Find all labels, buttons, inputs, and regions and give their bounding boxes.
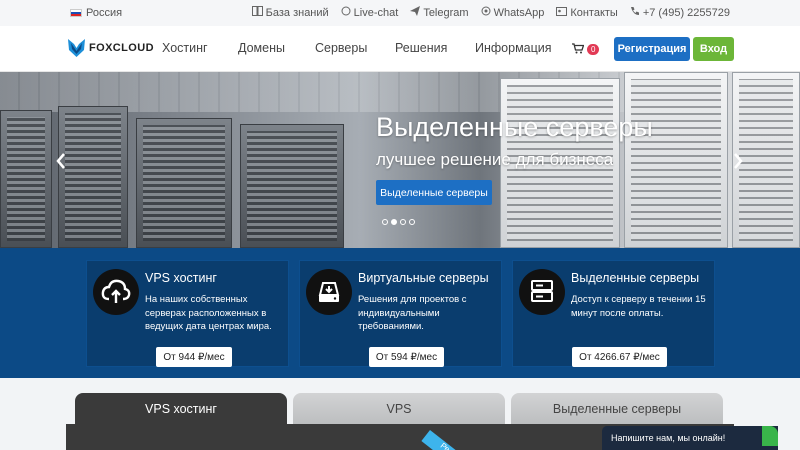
- live-chat-link[interactable]: Live-chat: [341, 6, 399, 19]
- feature-description: Решения для проектов с индивидуальными т…: [358, 294, 467, 332]
- slider-dots: [382, 219, 415, 225]
- contacts-label: Контакты: [570, 6, 618, 19]
- server-rack-image: [624, 72, 728, 248]
- telegram-label: Telegram: [423, 6, 469, 19]
- feature-title: VPS хостинг: [145, 271, 217, 285]
- server-rack-image: [0, 110, 52, 248]
- phone-link[interactable]: +7 (495) 2255729: [630, 6, 730, 19]
- feature-card-virtual[interactable]: Виртуальные серверы Решения для проектов…: [299, 260, 502, 367]
- cloud-upload-icon: [93, 269, 139, 315]
- feature-title: Выделенные серверы: [571, 271, 700, 285]
- russia-flag-icon: [70, 9, 82, 17]
- top-links: База знаний Live-chat Telegram WhatsApp …: [251, 6, 730, 19]
- cart-button[interactable]: 0: [572, 42, 600, 57]
- feature-price-button[interactable]: От 594 ₽/мес: [369, 347, 444, 367]
- live-chat-label: Live-chat: [353, 6, 399, 19]
- chat-bubble-icon: [341, 6, 351, 19]
- main-navbar: FOXCLOUD Хостинг Домены Серверы Решения …: [0, 26, 800, 72]
- telegram-icon: [410, 6, 421, 19]
- book-icon: [251, 6, 263, 19]
- feature-card-vps[interactable]: VPS хостинг На наших собственных сервера…: [86, 260, 289, 367]
- features-section: VPS хостинг На наших собственных сервера…: [0, 248, 800, 378]
- knowledge-base-link[interactable]: База знаний: [251, 6, 329, 19]
- nav-item-hosting[interactable]: Хостинг: [162, 41, 238, 55]
- slider-dot[interactable]: [409, 219, 415, 225]
- whatsapp-label: WhatsApp: [493, 6, 545, 19]
- hero-title: Выделенные серверы: [376, 112, 653, 142]
- whatsapp-link[interactable]: WhatsApp: [481, 6, 545, 19]
- server-rack-icon: [519, 269, 565, 315]
- feature-price-button[interactable]: От 944 ₽/мес: [156, 347, 232, 367]
- nav-item-domains[interactable]: Домены: [238, 41, 315, 55]
- hero-subtitle: лучшее решение для бизнеса: [376, 150, 614, 169]
- feature-card-dedicated[interactable]: Выделенные серверы Доступ к серверу в те…: [512, 260, 715, 367]
- contacts-link[interactable]: Контакты: [556, 6, 618, 19]
- cart-count-badge: 0: [587, 44, 600, 55]
- main-menu: Хостинг Домены Серверы Решения Информаци…: [162, 41, 575, 55]
- phone-icon: [630, 6, 640, 19]
- chat-online-indicator-icon: [762, 426, 778, 446]
- hdd-drive-icon: [306, 269, 352, 315]
- feature-title: Виртуальные серверы: [358, 271, 489, 285]
- server-rack-image: [136, 118, 232, 248]
- server-rack-image: [58, 106, 128, 248]
- nav-item-servers[interactable]: Серверы: [315, 41, 395, 55]
- slider-next-arrow-icon[interactable]: [733, 152, 743, 175]
- shopping-cart-icon: [572, 42, 585, 57]
- fox-logo-icon: [68, 39, 85, 57]
- region-selector[interactable]: Россия: [70, 7, 122, 19]
- slider-dot[interactable]: [382, 219, 388, 225]
- chat-widget-label: Напишите нам, мы онлайн!: [611, 433, 726, 443]
- top-bar: Россия База знаний Live-chat Telegram Wh…: [0, 0, 800, 26]
- logo[interactable]: FOXCLOUD: [68, 39, 154, 57]
- slider-dot-active[interactable]: [391, 219, 397, 225]
- feature-description: На наших собственных серверах расположен…: [145, 294, 272, 332]
- nav-item-solutions[interactable]: Решения: [395, 41, 475, 55]
- slider-prev-arrow-icon[interactable]: [56, 152, 66, 175]
- hero-cta-button[interactable]: Выделенные серверы: [376, 180, 492, 205]
- nav-item-info[interactable]: Информация: [475, 41, 575, 55]
- live-chat-widget[interactable]: Напишите нам, мы онлайн!: [602, 426, 778, 450]
- region-label: Россия: [86, 7, 123, 19]
- register-button[interactable]: Регистрация: [614, 37, 690, 61]
- hero-slider: Выделенные серверы лучшее решение для би…: [0, 72, 800, 248]
- feature-price-button[interactable]: От 4266.67 ₽/мес: [572, 347, 667, 367]
- contacts-card-icon: [556, 6, 568, 19]
- whatsapp-icon: [481, 6, 491, 19]
- feature-description: Доступ к серверу в течении 15 минут посл…: [571, 294, 706, 319]
- server-rack-image: [240, 124, 344, 248]
- phone-label: +7 (495) 2255729: [642, 6, 730, 19]
- logo-text: FOXCLOUD: [89, 42, 154, 54]
- telegram-link[interactable]: Telegram: [410, 6, 469, 19]
- login-button[interactable]: Вход: [693, 37, 734, 61]
- knowledge-base-label: База знаний: [265, 6, 329, 19]
- slider-dot[interactable]: [400, 219, 406, 225]
